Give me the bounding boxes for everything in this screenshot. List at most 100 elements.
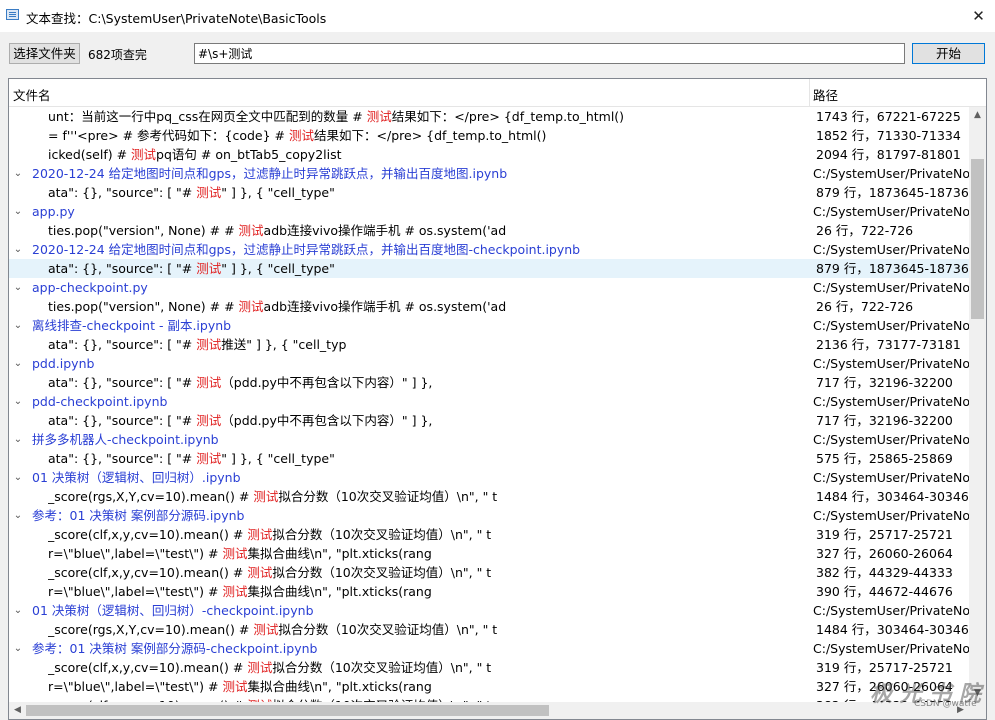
match-location: 879 行，1873645-1873649 <box>816 261 969 276</box>
match-snippet: r=\"blue\",label=\"test\") # 测试集拟合曲线\n",… <box>48 544 823 563</box>
horizontal-scrollbar[interactable]: ◀ ▶ <box>9 702 969 719</box>
file-path: C:/SystemUser/PrivateNote <box>813 394 969 409</box>
file-row[interactable]: ⌄ 拼多多机器人-checkpoint.ipynb C:/SystemUser/Pr… <box>9 430 969 449</box>
snippet-before: ata": {}, "source": [ "# <box>48 337 197 352</box>
file-row[interactable]: ⌄ 01 决策树（逻辑树、回归树）.ipynb C:/SystemUser/Priv… <box>9 468 969 487</box>
file-name: 2020-12-24 给定地图时间点和gps，过滤静止时异常跳跃点，并输出百度地… <box>32 166 508 181</box>
snippet-before: icked(self) # <box>48 147 132 162</box>
match-row[interactable]: r=\"blue\",label=\"test\") # 测试集拟合曲线\n",… <box>9 677 969 696</box>
snippet-before: ata": {}, "source": [ "# <box>48 185 197 200</box>
match-snippet: _score(clf,x,y,cv=10).mean() # 测试拟合分数（10… <box>48 563 823 582</box>
match-location: 26 行，722-726 <box>816 223 914 238</box>
file-row[interactable]: ⌄ 参考：01 决策树 案例部分源码.ipynb C:/SystemUser/Pri… <box>9 506 969 525</box>
match-row[interactable]: ties.pop("version", None) # # 测试adb连接viv… <box>9 297 969 316</box>
match-snippet: _score(rgs,X,Y,cv=10).mean() # 测试拟合分数（10… <box>48 487 823 506</box>
snippet-after: （pdd.py中不再包含以下内容）" ] }, <box>221 413 433 428</box>
snippet-after: 结果如下：</pre> {df_temp.to_html() <box>391 109 625 124</box>
snippet-before: _score(clf,x,y,cv=10).mean() # <box>48 527 248 542</box>
match-snippet: ata": {}, "source": [ "# 测试推送" ] }, { "c… <box>48 335 823 354</box>
match-snippet: ata": {}, "source": [ "# 测试" ] }, { "cel… <box>48 259 823 278</box>
match-snippet: ties.pop("version", None) # # 测试adb连接viv… <box>48 221 823 240</box>
match-row[interactable]: _score(clf,x,y,cv=10).mean() # 测试拟合分数（10… <box>9 563 969 582</box>
snippet-after: 拟合分数（10次交叉验证均值）\n", " t <box>272 660 492 675</box>
file-row[interactable]: ⌄ pdd-checkpoint.ipynb C:/SystemUser/Priva… <box>9 392 969 411</box>
match-snippet: ata": {}, "source": [ "# 测试" ] }, { "cel… <box>48 449 823 468</box>
match-row[interactable]: ata": {}, "source": [ "# 测试" ] }, { "cel… <box>9 183 969 202</box>
file-row[interactable]: ⌄ 01 决策树（逻辑树、回归树）-checkpoint.ipynb C:/Syst… <box>9 601 969 620</box>
chevron-down-icon[interactable]: ⌄ <box>12 430 24 449</box>
match-highlight: 测试 <box>247 660 273 675</box>
match-row[interactable]: icked(self) # 测试pq语句 # on_btTab5_copy2li… <box>9 145 969 164</box>
scroll-up-icon[interactable]: ▲ <box>969 107 986 124</box>
chevron-down-icon[interactable]: ⌄ <box>12 240 24 259</box>
scroll-left-icon[interactable]: ◀ <box>9 702 26 719</box>
match-row[interactable]: r=\"blue\",label=\"test\") # 测试集拟合曲线\n",… <box>9 582 969 601</box>
chevron-down-icon[interactable]: ⌄ <box>12 506 24 525</box>
match-location: 2136 行，73177-73181 <box>816 337 961 352</box>
snippet-after: 集拟合曲线\n", "plt.xticks(rang <box>247 546 432 561</box>
file-row[interactable]: ⌄ 2020-12-24 给定地图时间点和gps，过滤静止时异常跳跃点，并输出百度… <box>9 240 969 259</box>
file-name: 离线排查-checkpoint - 副本.ipynb <box>32 318 232 333</box>
select-folder-button[interactable]: 选择文件夹 <box>9 43 80 64</box>
start-button[interactable]: 开始 <box>912 43 985 64</box>
snippet-after: 拟合分数（10次交叉验证均值）\n", " t <box>278 622 498 637</box>
file-name: pdd.ipynb <box>32 356 95 371</box>
match-row[interactable]: _score(rgs,X,Y,cv=10).mean() # 测试拟合分数（10… <box>9 620 969 639</box>
match-snippet: ata": {}, "source": [ "# 测试" ] }, { "cel… <box>48 183 823 202</box>
close-button[interactable]: ✕ <box>962 2 995 30</box>
chevron-down-icon[interactable]: ⌄ <box>12 392 24 411</box>
search-pattern-input[interactable] <box>194 43 905 64</box>
match-highlight: 测试 <box>222 584 248 599</box>
file-row[interactable]: ⌄ 离线排查-checkpoint - 副本.ipynb C:/SystemUser… <box>9 316 969 335</box>
horizontal-scroll-thumb[interactable] <box>26 705 549 716</box>
match-row[interactable]: ata": {}, "source": [ "# 测试（pdd.py中不再包含以… <box>9 373 969 392</box>
vertical-scrollbar[interactable]: ▲ ▼ <box>969 107 986 702</box>
chevron-down-icon[interactable]: ⌄ <box>12 639 24 658</box>
match-row[interactable]: ata": {}, "source": [ "# 测试（pdd.py中不再包含以… <box>9 411 969 430</box>
column-header-path[interactable]: 路径 <box>813 85 838 104</box>
match-row[interactable]: ties.pop("version", None) # # 测试adb连接viv… <box>9 221 969 240</box>
file-row[interactable]: ⌄ app-checkpoint.py C:/SystemUser/PrivateN… <box>9 278 969 297</box>
file-row[interactable]: ⌄ 2020-12-24 给定地图时间点和gps，过滤静止时异常跳跃点，并输出百度… <box>9 164 969 183</box>
match-row[interactable]: ata": {}, "source": [ "# 测试" ] }, { "cel… <box>9 449 969 468</box>
file-path: C:/SystemUser/PrivateNote <box>813 470 969 485</box>
file-path: C:/SystemUser/PrivateNote <box>813 280 969 295</box>
snippet-after: 拟合分数（10次交叉验证均值）\n", " t <box>272 527 492 542</box>
chevron-down-icon[interactable]: ⌄ <box>12 601 24 620</box>
snippet-after: adb连接vivo操作端手机 # os.system('ad <box>263 299 507 314</box>
match-location: 1484 行，303464-303468 <box>816 489 969 504</box>
match-highlight: 测试 <box>253 622 279 637</box>
column-divider[interactable] <box>809 79 810 106</box>
file-row[interactable]: ⌄ pdd.ipynb C:/SystemUser/PrivateNote <box>9 354 969 373</box>
results-tree[interactable]: 文件名 路径 unt：当前这一行中pq_css在网页全文中匹配到的数量 # 测试… <box>8 78 987 720</box>
match-location: 327 行，26060-26064 <box>816 546 953 561</box>
match-row[interactable]: = f'''<pre> # 参考代码如下：{code} # 测试结果如下：</p… <box>9 126 969 145</box>
window-title: 文本查找：C:\SystemUser\PrivateNote\BasicTool… <box>26 11 327 26</box>
match-row[interactable]: unt：当前这一行中pq_css在网页全文中匹配到的数量 # 测试结果如下：</… <box>9 107 969 126</box>
file-row[interactable]: ⌄ 参考：01 决策树 案例部分源码-checkpoint.ipynb C:/Sys… <box>9 639 969 658</box>
match-location: 717 行，32196-32200 <box>816 413 953 428</box>
match-row[interactable]: _score(clf,x,y,cv=10).mean() # 测试拟合分数（10… <box>9 525 969 544</box>
match-row[interactable]: ata": {}, "source": [ "# 测试" ] }, { "cel… <box>9 259 969 278</box>
file-name: 01 决策树（逻辑树、回归树）.ipynb <box>32 470 241 485</box>
chevron-down-icon[interactable]: ⌄ <box>12 202 24 221</box>
chevron-down-icon[interactable]: ⌄ <box>12 316 24 335</box>
match-location: 1484 行，303464-303468 <box>816 622 969 637</box>
vertical-scroll-thumb[interactable] <box>971 159 984 319</box>
file-path: C:/SystemUser/PrivateNote <box>813 242 969 257</box>
chevron-down-icon[interactable]: ⌄ <box>12 164 24 183</box>
file-row[interactable]: ⌄ app.py C:/SystemUser/PrivateNote <box>9 202 969 221</box>
chevron-down-icon[interactable]: ⌄ <box>12 468 24 487</box>
chevron-down-icon[interactable]: ⌄ <box>12 278 24 297</box>
snippet-after: 拟合分数（10次交叉验证均值）\n", " t <box>278 489 498 504</box>
snippet-after: " ] }, { "cell_type" <box>221 185 335 200</box>
match-row[interactable]: _score(rgs,X,Y,cv=10).mean() # 测试拟合分数（10… <box>9 487 969 506</box>
match-snippet: ties.pop("version", None) # # 测试adb连接viv… <box>48 297 823 316</box>
snippet-after: 集拟合曲线\n", "plt.xticks(rang <box>247 679 432 694</box>
match-row[interactable]: ata": {}, "source": [ "# 测试推送" ] }, { "c… <box>9 335 969 354</box>
match-row[interactable]: r=\"blue\",label=\"test\") # 测试集拟合曲线\n",… <box>9 544 969 563</box>
match-row[interactable]: _score(clf,x,y,cv=10).mean() # 测试拟合分数（10… <box>9 658 969 677</box>
column-header-filename[interactable]: 文件名 <box>13 85 51 104</box>
file-name: 2020-12-24 给定地图时间点和gps，过滤静止时异常跳跃点，并输出百度地… <box>32 242 581 257</box>
chevron-down-icon[interactable]: ⌄ <box>12 354 24 373</box>
